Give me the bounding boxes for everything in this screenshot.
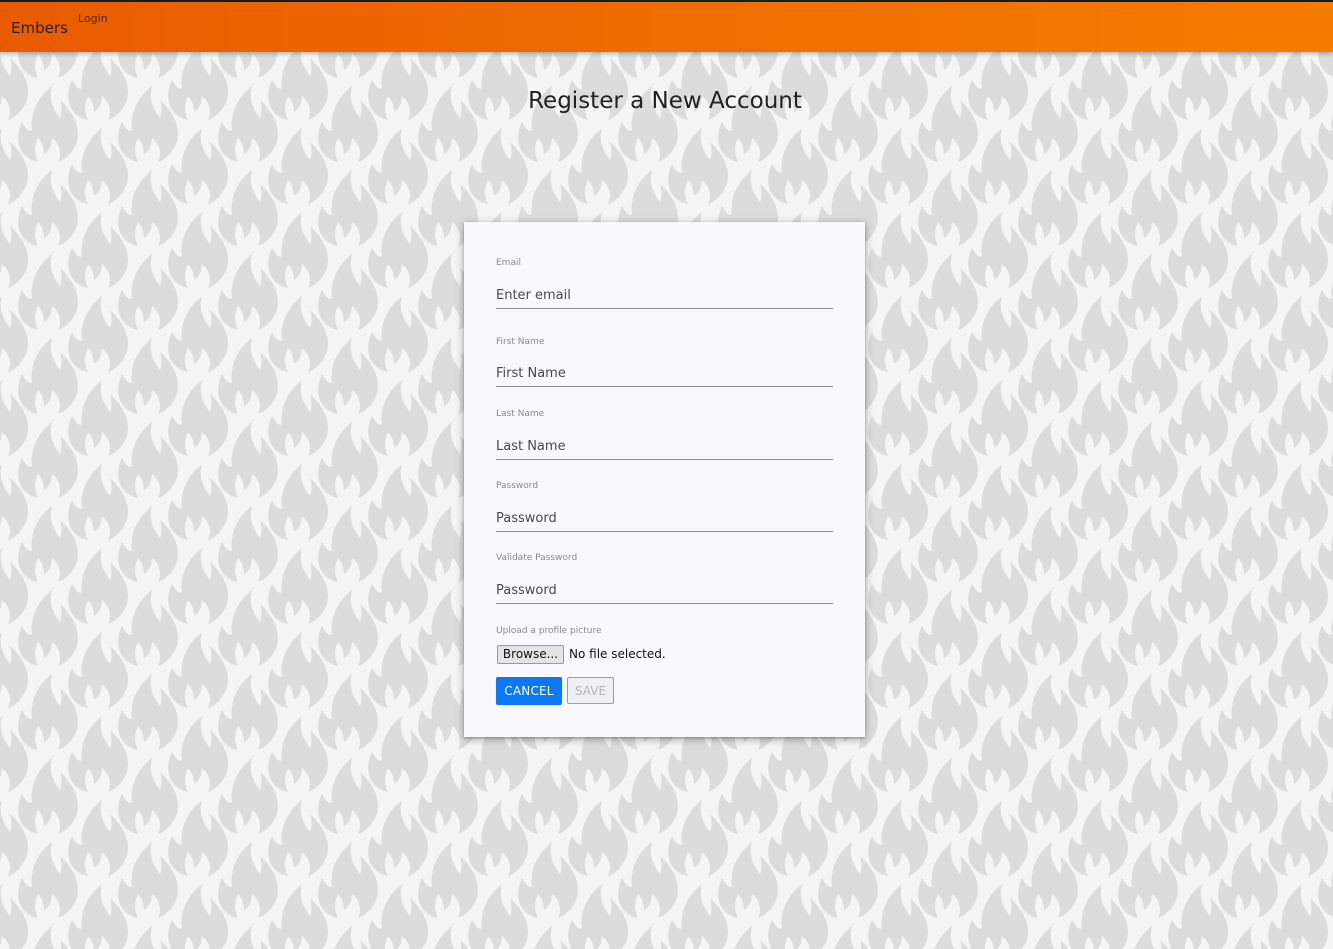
email-field[interactable]	[496, 282, 833, 309]
upload-label: Upload a profile picture	[496, 626, 602, 636]
password-field[interactable]	[496, 505, 833, 532]
last-name-label: Last Name	[496, 409, 545, 419]
page-title: Register a New Account	[528, 88, 802, 114]
first-name-field[interactable]	[496, 360, 833, 387]
cancel-button[interactable]: CANCEL	[496, 677, 562, 705]
file-status-text: No file selected.	[569, 647, 666, 661]
top-navbar: Embers Login	[0, 0, 1333, 52]
first-name-label: First Name	[496, 337, 545, 347]
email-label: Email	[496, 258, 521, 268]
register-form-card: Email First Name Last Name Password Vali…	[464, 222, 865, 737]
save-button[interactable]: SAVE	[567, 677, 614, 704]
browse-button[interactable]: Browse...	[497, 645, 564, 664]
password-label: Password	[496, 481, 539, 491]
last-name-field[interactable]	[496, 433, 833, 460]
validate-password-label: Validate Password	[496, 553, 578, 563]
nav-login-link[interactable]: Login	[78, 12, 108, 25]
brand-link[interactable]: Embers	[11, 19, 68, 37]
validate-password-field[interactable]	[496, 577, 833, 604]
